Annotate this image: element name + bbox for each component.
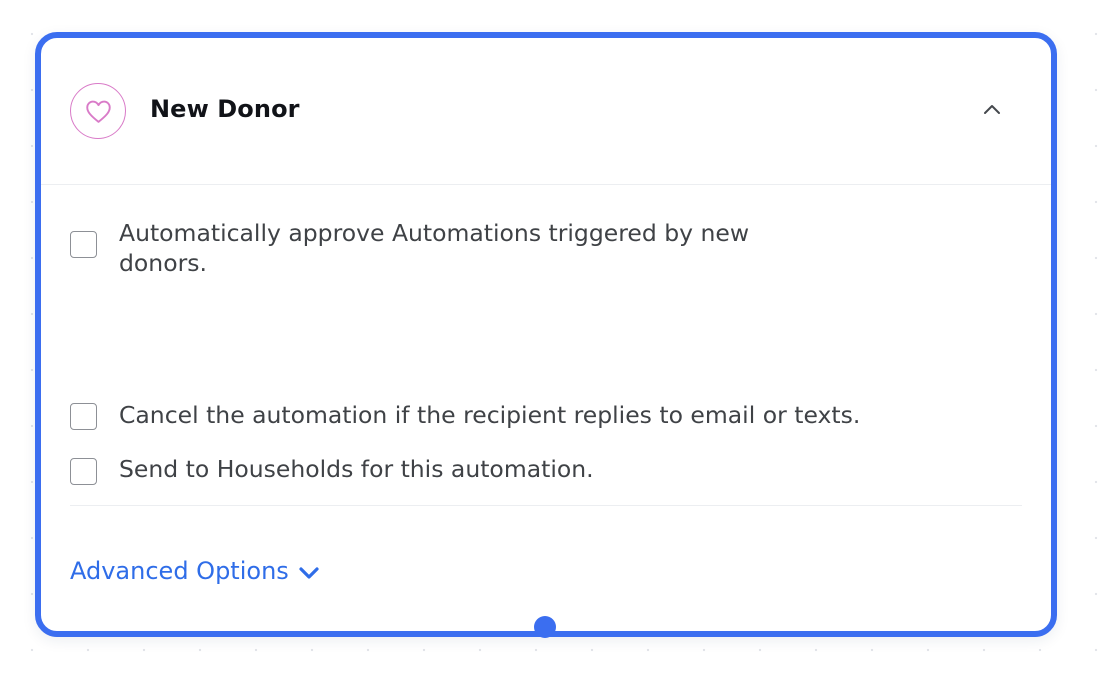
card-title: New Donor <box>150 95 300 123</box>
advanced-options-toggle[interactable]: Advanced Options <box>70 557 321 585</box>
collapse-button[interactable] <box>979 97 1005 123</box>
card-header[interactable]: New Donor <box>41 38 1051 185</box>
cancel-on-reply-label: Cancel the automation if the recipient r… <box>119 401 861 429</box>
advanced-options-label: Advanced Options <box>70 557 289 585</box>
option-send-households: Send to Households for this automation. <box>70 454 930 488</box>
divider <box>70 505 1022 506</box>
chevron-down-icon <box>299 567 319 579</box>
connector-handle[interactable] <box>534 616 556 638</box>
option-cancel-on-reply: Cancel the automation if the recipient r… <box>70 400 930 434</box>
heart-icon-badge <box>70 83 126 139</box>
cancel-on-reply-checkbox[interactable] <box>70 403 97 430</box>
send-households-checkbox[interactable] <box>70 458 97 485</box>
chevron-up-icon <box>984 105 1000 114</box>
auto-approve-checkbox[interactable] <box>70 231 97 258</box>
heart-icon <box>86 100 111 123</box>
auto-approve-label: Automatically approve Automations trigge… <box>119 219 750 277</box>
option-auto-approve: Automatically approve Automations trigge… <box>70 218 930 282</box>
new-donor-card: New Donor Automatically approve Automati… <box>35 32 1057 637</box>
send-households-label: Send to Households for this automation. <box>119 455 594 483</box>
